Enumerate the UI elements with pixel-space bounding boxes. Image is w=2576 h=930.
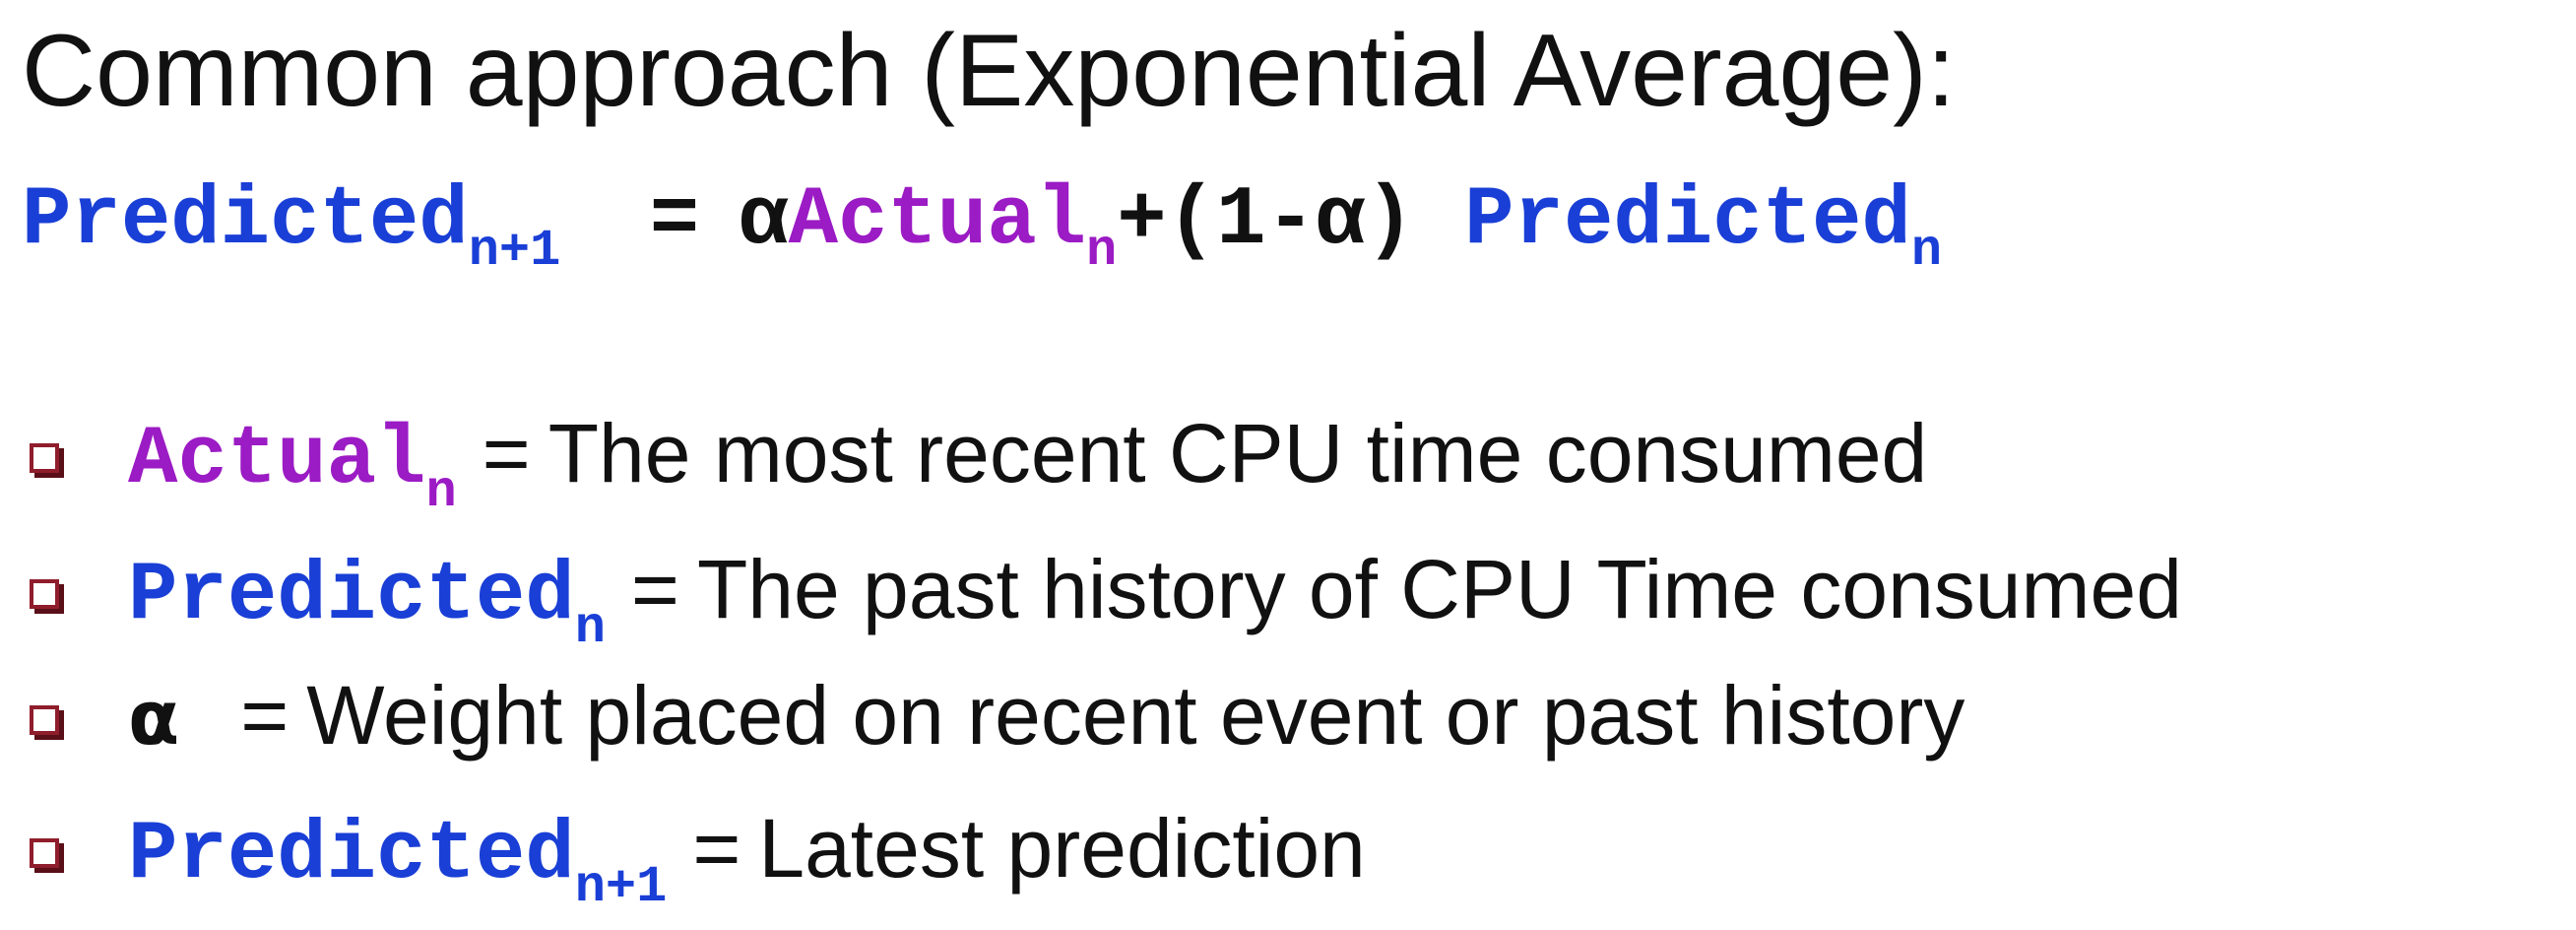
- list-item-content: Predictedn+1 = Latest prediction: [128, 794, 1366, 918]
- term-description: The past history of CPU Time consumed: [696, 543, 2182, 635]
- term-predicted: Predictedn: [128, 550, 606, 657]
- list-item-content: Actualn = The most recent CPU time consume…: [128, 399, 1927, 523]
- formula-actual-subscript: n: [1086, 222, 1118, 280]
- term-actual: Actualn: [128, 414, 457, 521]
- equals-sign: =: [482, 407, 531, 499]
- term-label: Actual: [128, 414, 426, 507]
- formula-actual-label: Actual: [788, 174, 1087, 268]
- exponential-average-formula: Predictedn+1 = αActualn+(1-α) Predictedn: [22, 167, 1942, 284]
- slide-heading: Common approach (Exponential Average):: [22, 14, 1956, 128]
- term-subscript: n: [574, 599, 606, 657]
- term-description: Weight placed on recent event or past hi…: [306, 669, 1965, 762]
- formula-predicted-next-label: Predicted: [22, 174, 469, 268]
- term-label: Predicted: [128, 550, 575, 643]
- equals-sign: =: [630, 543, 679, 635]
- term-predicted-next: Predictedn+1: [128, 809, 667, 916]
- term-description: The most recent CPU time consumed: [547, 407, 1928, 499]
- formula-actual: Actualn: [788, 174, 1118, 280]
- hollow-square-bullet-icon: [30, 838, 59, 868]
- term-description: Latest prediction: [758, 802, 1366, 895]
- formula-predicted-current-label: Predicted: [1464, 174, 1911, 268]
- slide: Common approach (Exponential Average): P…: [0, 0, 2576, 930]
- formula-predicted-current-subscript: n: [1910, 222, 1943, 280]
- equals-sign: =: [240, 669, 290, 762]
- term-subscript: n: [425, 463, 457, 521]
- term-alpha: α: [128, 674, 180, 762]
- formula-predicted-next-subscript: n+1: [468, 222, 561, 280]
- formula-equals: =: [649, 174, 700, 268]
- term-label: Predicted: [128, 809, 575, 902]
- hollow-square-bullet-icon: [30, 579, 59, 609]
- list-item-content: Predictedn = The past history of CPU Time …: [128, 535, 2182, 659]
- term-subscript: n+1: [574, 858, 668, 916]
- formula-predicted-next: Predictedn+1: [22, 174, 560, 280]
- formula-predicted-current: Predictedn: [1464, 174, 1942, 280]
- formula-alpha: α: [739, 174, 789, 268]
- formula-one-minus-alpha: +(1-α): [1117, 174, 1415, 268]
- hollow-square-bullet-icon: [30, 705, 59, 735]
- list-item-content: α = Weight placed on recent event or past …: [128, 661, 1964, 772]
- hollow-square-bullet-icon: [30, 443, 59, 473]
- equals-sign: =: [692, 802, 741, 895]
